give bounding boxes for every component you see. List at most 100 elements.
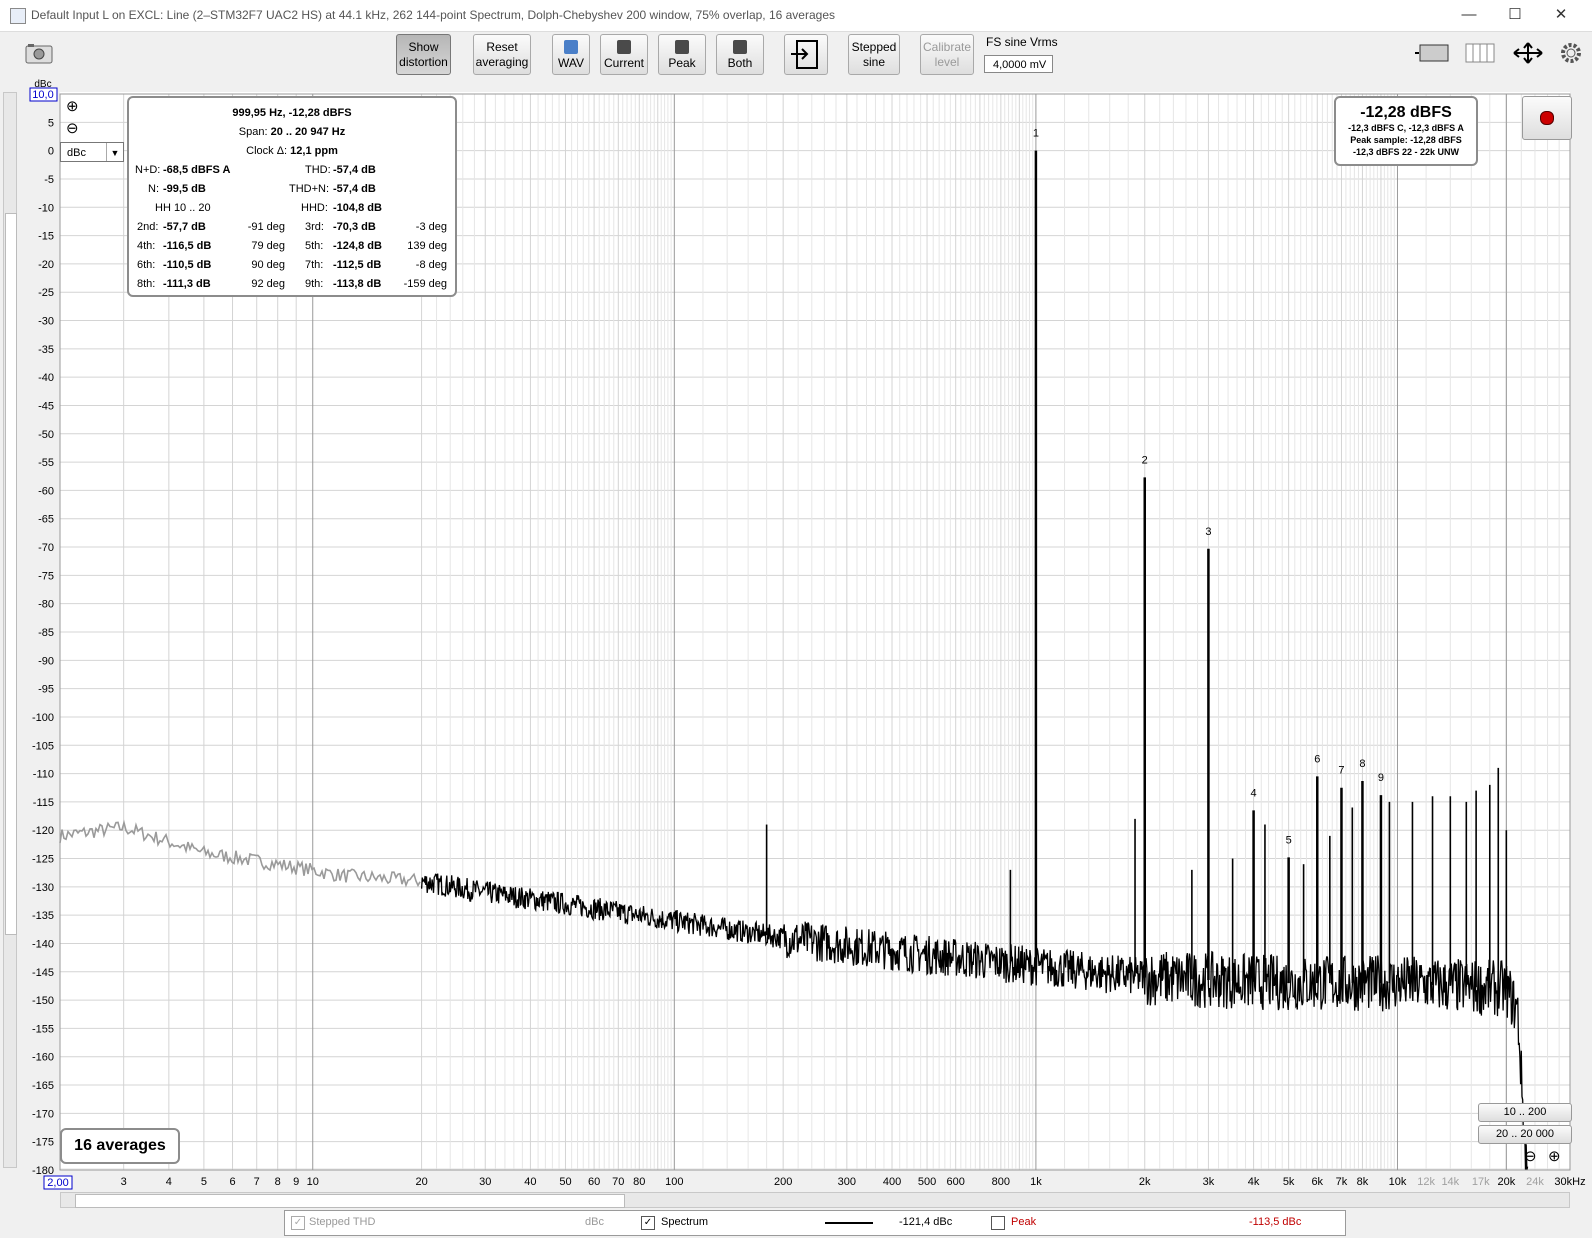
thdn-label: THD+N:	[289, 183, 330, 195]
harmonic-d2: -8 deg	[415, 259, 447, 271]
y-tick-label: -85	[38, 627, 54, 639]
x-tick-label: 14k	[1441, 1176, 1459, 1188]
x-tick-label: 100	[665, 1176, 683, 1188]
harmonic-label: 2	[1142, 454, 1148, 466]
x-tick-label: 12k	[1417, 1176, 1435, 1188]
spectrum-checkbox[interactable]: ✓	[641, 1216, 655, 1230]
harmonic-v2: -112,5 dB	[333, 259, 382, 271]
zoom-20-20000-button[interactable]: 20 .. 20 000	[1478, 1125, 1572, 1144]
harmonic-v1: -110,5 dB	[163, 259, 212, 271]
panel-header: 999,95 Hz, -12,28 dBFS	[232, 107, 352, 119]
x-tick-label: 6k	[1311, 1176, 1323, 1188]
stepped-thd-label: Stepped THD	[309, 1216, 376, 1228]
x-tick-label: 600	[947, 1176, 965, 1188]
x-tick-label: 300	[838, 1176, 856, 1188]
y-tick-label: -160	[32, 1052, 54, 1064]
level-line2: Peak sample: -12,28 dBFS	[1350, 135, 1462, 145]
x-tick-label: 4	[166, 1176, 172, 1188]
y-tick-label: -50	[38, 429, 54, 441]
level-line3: -12,3 dBFS 22 - 22k UNW	[1352, 147, 1460, 157]
x-tick-label: 70	[612, 1176, 624, 1188]
y-tick-label: -25	[38, 287, 54, 299]
harmonic-d1: 90 deg	[251, 259, 285, 271]
chevron-down-icon: ▼	[106, 143, 123, 161]
record-button[interactable]	[1522, 96, 1572, 140]
harmonic-d2: -159 deg	[403, 278, 447, 290]
n-label: N:	[148, 183, 159, 195]
harmonic-l2: 3rd:	[305, 221, 324, 233]
harmonic-d2: 139 deg	[407, 240, 447, 252]
y-tick-label: -165	[32, 1080, 54, 1092]
x-tick-label: 6	[229, 1176, 235, 1188]
horizontal-scroll-thumb[interactable]	[75, 1194, 625, 1208]
y-tick-label: -120	[32, 825, 54, 837]
x-tick-label: 30kHz	[1554, 1176, 1585, 1188]
harmonic-row: 6th: -110,5 dB 90 deg 7th: -112,5 dB -8 deg	[129, 256, 455, 274]
x-tick-label: 4k	[1248, 1176, 1260, 1188]
harmonic-row: 8th: -111,3 dB 92 deg 9th: -113,8 dB -159 deg	[129, 275, 455, 293]
y-zoom-in-icon[interactable]: ⊕	[66, 97, 79, 115]
harmonic-label: 1	[1033, 128, 1039, 140]
y-tick-label: -55	[38, 457, 54, 469]
record-icon	[1540, 111, 1554, 125]
y-tick-label: -15	[38, 231, 54, 243]
x-tick-label: 50	[559, 1176, 571, 1188]
zoom-in-icon[interactable]: ⊕	[1548, 1147, 1561, 1165]
y-tick-label: -95	[38, 684, 54, 696]
x-tick-label: 20	[415, 1176, 427, 1188]
spectrum-line-swatch	[825, 1222, 873, 1224]
harmonic-label: 9	[1378, 772, 1384, 784]
x-tick-label: 9	[293, 1176, 299, 1188]
x-tick-label: 200	[774, 1176, 792, 1188]
x-tick-label: 2k	[1139, 1176, 1151, 1188]
harmonic-label: 8	[1359, 758, 1365, 770]
x-tick-label: 800	[992, 1176, 1010, 1188]
y-tick-label: -155	[32, 1023, 54, 1035]
harmonic-l2: 7th:	[305, 259, 324, 271]
thdn-value: -57,4 dB	[333, 183, 376, 195]
x-tick-label: 500	[918, 1176, 936, 1188]
y-tick-label: -75	[38, 570, 54, 582]
harmonic-d2: -3 deg	[415, 221, 447, 233]
harmonic-label: 6	[1314, 753, 1320, 765]
harmonic-l1: 6th:	[137, 259, 156, 271]
y-tick-label: -20	[38, 259, 54, 271]
horizontal-scrollbar[interactable]	[60, 1192, 1570, 1208]
x-tick-label: 10	[307, 1176, 319, 1188]
zoom-out-icon[interactable]: ⊖	[1524, 1147, 1537, 1165]
y-tick-label: -60	[38, 485, 54, 497]
spectrum-value: -121,4 dBc	[899, 1216, 953, 1228]
y-max-value: 10,0	[32, 89, 53, 101]
x-tick-label: 8k	[1357, 1176, 1369, 1188]
x-tick-label: 20k	[1497, 1176, 1515, 1188]
y-zoom-out-icon[interactable]: ⊖	[66, 119, 79, 137]
harmonic-d1: -91 deg	[247, 221, 285, 233]
harmonic-l1: 2nd:	[137, 221, 159, 233]
harmonic-v1: -116,5 dB	[163, 240, 212, 252]
clock-row: Clock Δ: 12,1 ppm	[246, 145, 338, 157]
y-tick-label: -170	[32, 1108, 54, 1120]
y-tick-label: -180	[32, 1165, 54, 1177]
averages-badge: 16 averages	[60, 1128, 180, 1164]
x-tick-label: 400	[883, 1176, 901, 1188]
harmonic-v2: -113,8 dB	[333, 278, 382, 290]
zoom-10-200-button[interactable]: 10 .. 200	[1478, 1103, 1572, 1122]
hhd-value: -104,8 dB	[333, 202, 382, 214]
y-tick-label: -140	[32, 938, 54, 950]
x-tick-label: 60	[588, 1176, 600, 1188]
peak-checkbox[interactable]	[991, 1216, 1005, 1230]
x-tick-label: 3	[121, 1176, 127, 1188]
y-tick-label: -100	[32, 712, 54, 724]
nd-value: -68,5 dBFS A	[163, 164, 231, 176]
nd-label: N+D:	[135, 164, 161, 176]
x-tick-label: 8	[275, 1176, 281, 1188]
harmonic-l1: 8th:	[137, 278, 156, 290]
distortion-panel: 999,95 Hz, -12,28 dBFS Span: 20 .. 20 94…	[127, 96, 457, 297]
y-tick-label: -30	[38, 316, 54, 328]
harmonic-v2: -124,8 dB	[333, 240, 382, 252]
spectrum-trace-below-span	[59, 819, 421, 888]
y-tick-label: -70	[38, 542, 54, 554]
stepped-thd-checkbox[interactable]: ✓	[291, 1216, 305, 1230]
harmonic-v1: -111,3 dB	[163, 278, 211, 290]
unit-selector[interactable]: dBc ▼	[60, 142, 124, 162]
